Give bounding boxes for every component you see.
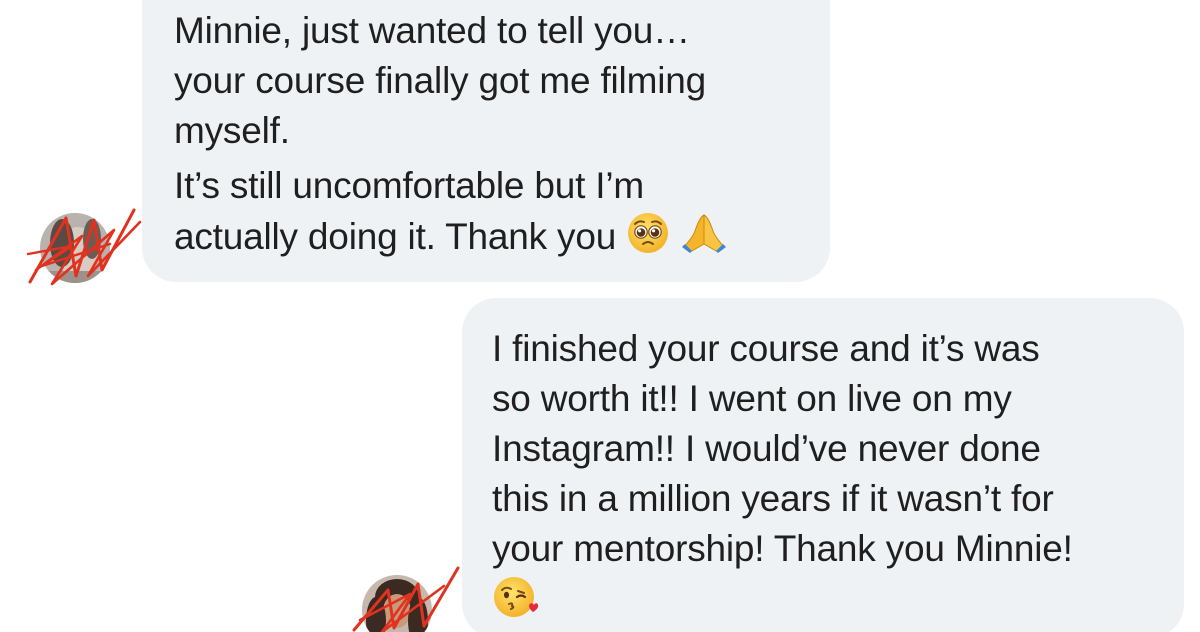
message-1-line-4: It’s still uncomfortable but I’m <box>174 165 644 206</box>
message-1-line-5-text: actually doing it. Thank you <box>174 216 617 257</box>
pleading-face-icon <box>626 211 670 268</box>
message-bubble-2[interactable]: I finished your course and it’s was so w… <box>462 298 1184 632</box>
message-1-line-1: Minnie, just wanted to tell you… <box>174 10 690 51</box>
message-1-line-3: myself. <box>174 110 290 151</box>
message-2-line-1: I finished your course and it’s was <box>492 328 1040 369</box>
message-1-line-2: your course finally got me filming <box>174 60 706 101</box>
message-2-line-5: your mentorship! Thank you Minnie! <box>492 528 1073 569</box>
folded-hands-icon <box>680 211 728 268</box>
message-2-line-2: so worth it!! I went on live on my <box>492 378 1012 419</box>
message-2-line-3: Instagram!! I would’ve never done <box>492 428 1041 469</box>
avatar-recipient[interactable] <box>362 575 432 632</box>
avatar-sender[interactable] <box>40 213 110 283</box>
message-2-line-4: this in a million years if it wasn’t for <box>492 478 1054 519</box>
message-1-line-5: actually doing it. Thank you <box>174 211 800 268</box>
message-bubble-1[interactable]: Minnie, just wanted to tell you… your co… <box>142 0 830 282</box>
face-blowing-a-kiss-icon <box>492 574 540 632</box>
chat-screenshot: Minnie, just wanted to tell you… your co… <box>0 0 1200 632</box>
message-2-line-6 <box>482 574 1160 632</box>
